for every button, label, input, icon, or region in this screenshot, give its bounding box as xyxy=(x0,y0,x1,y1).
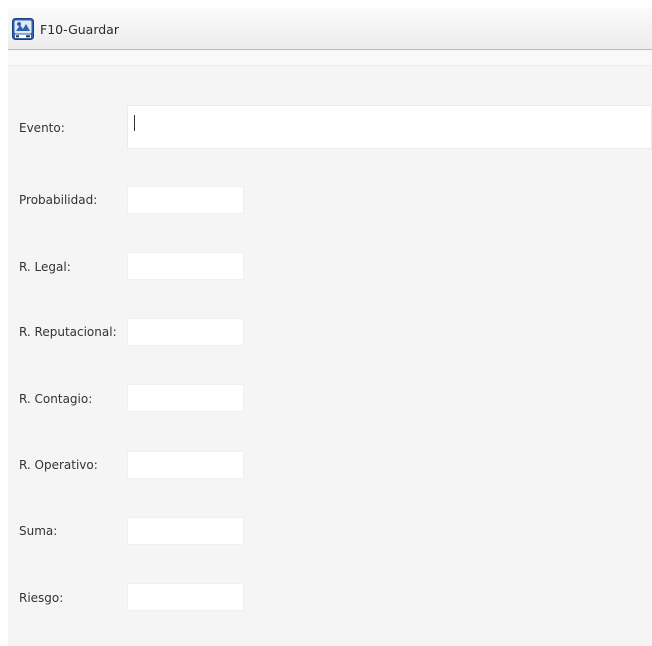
toolbar-separator xyxy=(8,51,652,66)
probabilidad-field[interactable] xyxy=(127,186,244,214)
r-legal-label: R. Legal: xyxy=(19,260,71,274)
text-caret xyxy=(134,115,135,131)
form-window: F10-Guardar Evento: Probabilidad: R. Leg… xyxy=(8,8,652,646)
r-reputacional-label: R. Reputacional: xyxy=(19,325,117,339)
save-button-label: F10-Guardar xyxy=(40,21,119,37)
r-contagio-field[interactable] xyxy=(127,384,244,412)
r-operativo-field[interactable] xyxy=(127,451,244,479)
suma-field[interactable] xyxy=(127,517,244,545)
toolbar: F10-Guardar xyxy=(8,8,652,50)
r-legal-field[interactable] xyxy=(127,252,244,280)
suma-label: Suma: xyxy=(19,524,58,538)
evento-field[interactable] xyxy=(127,105,652,149)
save-button[interactable]: F10-Guardar xyxy=(12,17,119,41)
riesgo-label: Riesgo: xyxy=(19,591,64,605)
save-form-icon xyxy=(12,18,34,40)
r-reputacional-field[interactable] xyxy=(127,318,244,346)
r-contagio-label: R. Contagio: xyxy=(19,392,93,406)
r-operativo-label: R. Operativo: xyxy=(19,458,98,472)
evento-label: Evento: xyxy=(19,121,65,135)
probabilidad-label: Probabilidad: xyxy=(19,193,98,207)
riesgo-field[interactable] xyxy=(127,583,244,611)
